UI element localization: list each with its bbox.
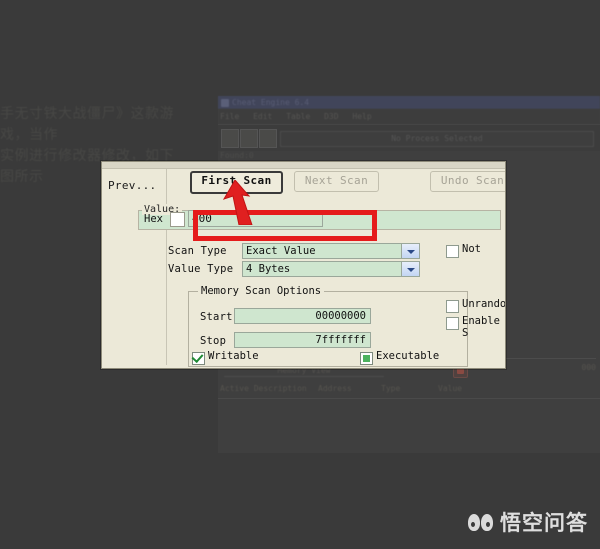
column-header-address: Address (318, 384, 352, 393)
menu-bar[interactable]: File Edit Table D3D Help (218, 109, 600, 124)
cheat-table-header: Active Description Address Type Value (218, 384, 600, 397)
value-type-select[interactable]: 4 Bytes (242, 261, 420, 277)
not-label: Not (462, 243, 481, 255)
column-header-description: Active Description (220, 384, 307, 393)
open-process-icon[interactable] (221, 129, 239, 148)
menu-item-d3d[interactable]: D3D (324, 112, 338, 121)
toolbar-sublabel: Found:0 (220, 151, 254, 160)
value-type-label: Value Type (168, 263, 234, 275)
annotation-arrow-icon (222, 180, 253, 225)
prev-button[interactable]: Prev... (108, 179, 156, 192)
column-header-value: Value (438, 384, 463, 393)
table-header-divider (218, 398, 600, 399)
dialog-top-edge (102, 162, 505, 169)
menu-item-table[interactable]: Table (286, 112, 310, 121)
not-checkbox[interactable] (446, 245, 459, 258)
undo-scan-button[interactable]: Undo Scan (430, 171, 505, 192)
panel-divider (166, 169, 167, 365)
unrandomizer-label: Unrandom (462, 298, 506, 310)
stop-label: Stop (200, 335, 227, 347)
scan-type-label: Scan Type (168, 245, 227, 257)
watermark-text: 悟空问答 (500, 511, 588, 535)
screenshot-root: 手无寸铁大战僵尸》这款游戏，当作 实例进行修改器修改，如下图所示 Cheat E… (0, 0, 600, 549)
logo-eye-right (486, 521, 490, 527)
memory-scan-options-title: Memory Scan Options (198, 285, 325, 297)
window-title-text: Cheat Engine 6.4 (232, 98, 310, 107)
chevron-down-icon[interactable] (401, 244, 419, 258)
prev-panel: Prev... (105, 169, 167, 365)
hex-checkbox[interactable] (170, 212, 185, 227)
stop-address-input[interactable]: 7fffffff (234, 332, 371, 348)
menu-item-help[interactable]: Help (352, 112, 371, 121)
app-icon (221, 99, 229, 107)
start-address-input[interactable]: 00000000 (234, 308, 371, 324)
open-file-icon[interactable] (240, 129, 258, 148)
enable-speedhack-checkbox[interactable] (446, 317, 459, 330)
record-count: 000 (581, 363, 596, 372)
executable-checkbox[interactable] (360, 352, 373, 365)
watermark: 悟空问答 (468, 509, 588, 535)
monkey-face-logo-icon (468, 513, 493, 531)
scan-type-value: Exact Value (246, 245, 316, 257)
logo-eye-left (471, 521, 475, 527)
menu-item-file[interactable]: File (220, 112, 239, 121)
value-type-value: 4 Bytes (246, 263, 291, 275)
start-label: Start (200, 311, 233, 323)
enable-speedhack-label: Enable S (462, 315, 500, 339)
chevron-down-icon[interactable] (401, 262, 419, 276)
writable-checkbox[interactable] (192, 352, 205, 365)
scan-type-select[interactable]: Exact Value (242, 243, 420, 259)
save-file-icon[interactable] (259, 129, 277, 148)
column-header-type: Type (381, 384, 401, 393)
window-title-bar: Cheat Engine 6.4 (218, 96, 600, 109)
menu-item-edit[interactable]: Edit (253, 112, 272, 121)
hex-label: Hex (144, 213, 163, 225)
unrandomizer-checkbox[interactable] (446, 300, 459, 313)
next-scan-button[interactable]: Next Scan (294, 171, 379, 192)
writable-label: Writable (208, 350, 259, 362)
scan-dialog: Prev... First Scan Next Scan Undo Scan V… (101, 161, 506, 369)
executable-label: Executable (376, 350, 440, 362)
toolbar: No Process Selected (218, 124, 600, 151)
process-bar[interactable]: No Process Selected (280, 131, 594, 147)
